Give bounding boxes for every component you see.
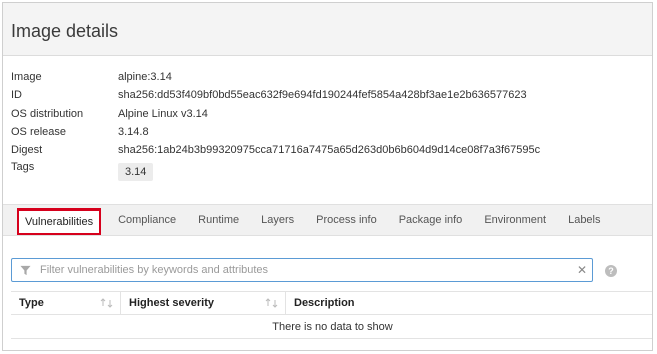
detail-row-image: Image alpine:3.14 (11, 68, 540, 86)
detail-value: sha256:dd53f409bf0bd55eac632f9e694fd1902… (118, 89, 527, 102)
column-header-label: Description (294, 297, 355, 309)
table-header: Type Highest severity Description (11, 291, 652, 315)
tab-compliance[interactable]: Compliance (107, 205, 187, 235)
tag-badge: 3.14 (118, 163, 154, 182)
column-header-label: Highest severity (129, 297, 214, 309)
details-list: Image alpine:3.14 ID sha256:dd53f409bf0b… (11, 68, 540, 182)
tab-layers[interactable]: Layers (250, 205, 305, 235)
detail-label: Image (11, 71, 42, 84)
detail-row-os-distribution: OS distribution Alpine Linux v3.14 (11, 105, 540, 123)
detail-label: Digest (11, 144, 43, 157)
close-icon[interactable]: ✕ (572, 263, 592, 277)
column-header-label: Type (19, 297, 44, 309)
tab-bar: Vulnerabilities Compliance Runtime Layer… (3, 204, 652, 236)
detail-value: 3.14.8 (118, 126, 149, 139)
detail-value: alpine:3.14 (118, 71, 172, 84)
tab-package-info[interactable]: Package info (388, 205, 474, 235)
tab-process-info[interactable]: Process info (305, 205, 388, 235)
panel-title: Image details (11, 21, 119, 41)
filter-box: ✕ (11, 258, 593, 282)
empty-table-message: There is no data to show (11, 315, 652, 339)
tab-labels[interactable]: Labels (557, 205, 611, 235)
detail-row-tags: Tags 3.14 (11, 159, 540, 182)
detail-row-id: ID sha256:dd53f409bf0bd55eac632f9e694fd1… (11, 86, 540, 104)
sort-icon[interactable] (265, 297, 279, 309)
detail-row-digest: Digest sha256:1ab24b3b99320975cca71716a7… (11, 141, 540, 159)
column-header-highest-severity[interactable]: Highest severity (121, 292, 286, 314)
image-details-panel: Image details Image alpine:3.14 ID sha25… (2, 2, 653, 351)
funnel-icon (18, 263, 32, 277)
column-header-type[interactable]: Type (11, 292, 121, 314)
sort-icon[interactable] (100, 297, 114, 309)
detail-label: Tags (11, 161, 35, 174)
detail-label: OS distribution (11, 107, 84, 120)
help-icon[interactable]: ? (605, 265, 617, 277)
detail-row-os-release: OS release 3.14.8 (11, 123, 540, 141)
tab-runtime[interactable]: Runtime (187, 205, 250, 235)
filter-input[interactable] (38, 263, 572, 277)
panel-header: Image details (3, 3, 652, 56)
detail-value: sha256:1ab24b3b99320975cca71716a7475a65d… (118, 144, 541, 157)
vulnerabilities-table: Type Highest severity Description There … (11, 291, 652, 339)
detail-label: OS release (11, 126, 67, 139)
column-header-description[interactable]: Description (286, 292, 652, 314)
tab-environment[interactable]: Environment (473, 205, 557, 235)
detail-value: Alpine Linux v3.14 (118, 107, 208, 120)
detail-label: ID (11, 89, 22, 102)
tab-vulnerabilities[interactable]: Vulnerabilities (17, 208, 102, 235)
